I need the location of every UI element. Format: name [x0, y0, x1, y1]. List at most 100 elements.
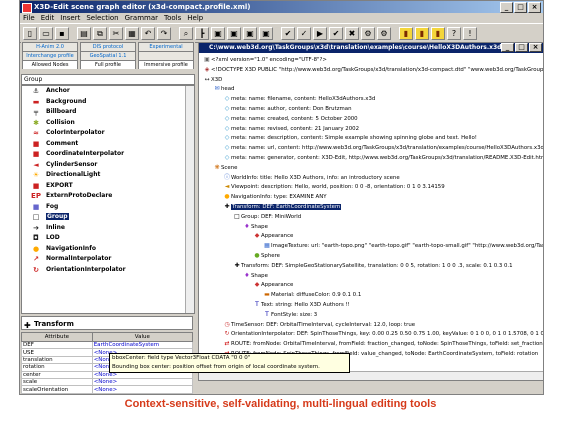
menu-edit[interactable]: Edit — [41, 13, 55, 23]
palette-item[interactable]: ≈ ColorInterpolator — [22, 128, 194, 139]
node-icon[interactable]: ▣ — [211, 26, 225, 40]
profile-icon[interactable]: ▮ — [431, 26, 445, 40]
undo-icon[interactable]: ↶ — [141, 26, 155, 40]
tree-node[interactable]: ⓘWorldInfo: title: Hello X3D Authors, in… — [223, 173, 400, 182]
open-icon[interactable]: ▭ — [39, 26, 53, 40]
profile-icon[interactable]: ▮ — [415, 26, 429, 40]
doc-minimize-button[interactable]: _ — [501, 43, 514, 52]
palette-item[interactable]: □ Group — [22, 212, 194, 223]
menu-selection[interactable]: Selection — [86, 13, 118, 23]
node-icon[interactable]: ▣ — [259, 26, 273, 40]
help-icon[interactable]: ? — [447, 26, 461, 40]
profile-tab[interactable]: Full profile — [80, 60, 136, 69]
profile-tab[interactable]: Immersive profile — [138, 60, 194, 69]
tree-node[interactable]: ✚Transform: DEF: SimpleGeoStationarySate… — [233, 261, 512, 270]
tree-node[interactable]: T Text: string: Hello X3D Authors !! — [253, 300, 350, 309]
profile-tab[interactable]: Experimental — [138, 42, 194, 51]
profile-icon[interactable]: ▮ — [399, 26, 413, 40]
attribute-value[interactable]: <None> — [91, 385, 194, 394]
menu-tools[interactable]: Tools — [164, 13, 181, 23]
palette-item[interactable]: ↻ OrientationInterpolator — [22, 265, 194, 276]
new-icon[interactable]: ▯ — [23, 26, 37, 40]
node-palette-list[interactable]: ⚓ Anchor ▬ Background ╤ Billboard ✱ Collision ≈ C… — [21, 85, 195, 314]
profile-tab[interactable]: Interchange profile — [22, 51, 78, 60]
palette-item[interactable]: ▬ Background — [22, 97, 194, 108]
tree-node[interactable]: ◄ Viewpoint: description: Hello, world, p… — [223, 182, 445, 191]
cut-icon[interactable]: ✂ — [109, 26, 123, 40]
tree-node[interactable]: ◇ meta: name: url, content: http://www.we… — [223, 143, 543, 152]
tree-node[interactable]: ↻OrientationInterpolator: DEF: SpinThose… — [223, 329, 543, 338]
tree-node[interactable]: ◇ meta: name: created, content: 5 October… — [223, 114, 358, 123]
tree-icon[interactable]: ┣ — [195, 26, 209, 40]
run-icon[interactable]: ⚙ — [377, 26, 391, 40]
tree-node[interactable]: ↔X3D — [203, 75, 222, 84]
palette-item[interactable]: ● NavigationInfo — [22, 244, 194, 255]
tree-node[interactable]: ⇄ROUTE: fromNode: OrbitalTimeInterval, f… — [223, 339, 542, 348]
tree-node[interactable]: ▬Material: diffuseColor: 0.9 0.1 0.1 — [263, 290, 361, 299]
tree-node[interactable]: ◇ meta: name: filename, content: HelloX3d… — [223, 94, 376, 103]
check-icon[interactable]: ✔ — [281, 26, 295, 40]
tree-node[interactable]: ◈ <!DOCTYPE X3D PUBLIC "http://www.web3d.… — [203, 65, 543, 74]
about-icon[interactable]: ! — [463, 26, 477, 40]
node-icon[interactable]: ▣ — [243, 26, 257, 40]
tree-node[interactable]: ◆ Appearance — [253, 231, 294, 240]
tree-node[interactable]: ◷TimeSensor: DEF: OrbitalTimeInterval, c… — [223, 320, 415, 329]
print-icon[interactable]: ▤ — [77, 26, 91, 40]
menu-file[interactable]: File — [23, 13, 35, 23]
profile-tab[interactable]: Allowed Nodes — [22, 60, 78, 69]
play-icon[interactable]: ▶ — [313, 26, 327, 40]
run-icon[interactable]: ⚙ — [361, 26, 375, 40]
profile-tab[interactable]: GeoSpatial 1.1 — [80, 51, 136, 60]
attribute-row[interactable]: scaleOrientation <None> — [21, 385, 194, 394]
node-icon[interactable]: ▣ — [227, 26, 241, 40]
palette-item[interactable]: ╤ Billboard — [22, 107, 194, 118]
redo-icon[interactable]: ↷ — [157, 26, 171, 40]
cross-icon[interactable]: ✖ — [345, 26, 359, 40]
tree-node[interactable]: ✚ Transform: DEF: EarthCoordinateSystem — [223, 202, 342, 211]
palette-item[interactable]: ■ Fog — [22, 202, 194, 213]
paste-icon[interactable]: ▦ — [125, 26, 139, 40]
palette-item[interactable]: ➔ Inline — [22, 223, 194, 234]
close-button[interactable]: × — [528, 2, 541, 13]
palette-item[interactable]: ■ Comment — [22, 139, 194, 150]
copy-icon[interactable]: ⧉ — [93, 26, 107, 40]
attribute-row[interactable]: bboxCenter<None> — [21, 392, 194, 394]
menu-help[interactable]: Help — [187, 13, 203, 23]
attribute-value[interactable]: <None> — [91, 377, 194, 387]
tree-node[interactable]: ▦ImageTexture: url: "earth-topo.png" "ea… — [263, 241, 543, 250]
palette-item[interactable]: ■ EXPORT — [22, 181, 194, 192]
tree-node[interactable]: ◇ meta: name: revised, content: 21 Januar… — [223, 124, 359, 133]
profile-tab[interactable] — [138, 51, 194, 60]
find-icon[interactable]: ⌕ — [179, 26, 193, 40]
maximize-button[interactable]: □ — [514, 2, 527, 13]
tree-node[interactable]: ◇ meta: name: generator, content: X3D-Edi… — [223, 153, 543, 162]
check-icon[interactable]: ✔ — [329, 26, 343, 40]
palette-item[interactable]: ■ CoordinateInterpolator — [22, 149, 194, 160]
minimize-button[interactable]: _ — [500, 2, 513, 13]
tree-node[interactable]: ◇ meta: name: author, content: Don Brutzm… — [223, 104, 352, 113]
tree-node[interactable]: □Group: DEF: MiniWorld — [233, 212, 301, 221]
attribute-row[interactable]: scale <None> — [21, 377, 194, 387]
palette-item[interactable]: ☀ DirectionalLight — [22, 170, 194, 181]
palette-item[interactable]: ◘ LOD — [22, 233, 194, 244]
attribute-value[interactable]: EarthCoordinateSystem — [91, 340, 194, 350]
tree-node[interactable]: ♦Shape — [243, 222, 268, 231]
tree-node[interactable]: ●NavigationInfo: type: EXAMINE ANY — [223, 192, 326, 201]
validate-icon[interactable]: ✓ — [297, 26, 311, 40]
attribute-value[interactable]: <None> — [91, 392, 194, 394]
tree-node[interactable]: ●Sphere — [253, 251, 280, 260]
attribute-row[interactable]: DEF EarthCoordinateSystem — [21, 340, 194, 350]
tree-node[interactable]: ✉head — [213, 84, 234, 93]
palette-item[interactable]: ✱ Collision — [22, 118, 194, 129]
menu-grammar[interactable]: Grammar — [125, 13, 158, 23]
profile-tab[interactable]: H-Anim 2.0 — [22, 42, 78, 51]
tree-node[interactable]: ♦Shape — [243, 271, 268, 280]
tree-node[interactable]: ▣<?xml version="1.0" encoding="UTF-8"?> — [203, 55, 327, 64]
palette-item[interactable]: ⚓ Anchor — [22, 86, 194, 97]
doc-close-button[interactable]: × — [529, 43, 542, 52]
tree-node[interactable]: T FontStyle: size: 3 — [263, 310, 317, 319]
save-icon[interactable]: ▪ — [55, 26, 69, 40]
tree-node[interactable]: ❋Scene — [213, 163, 237, 172]
profile-tab[interactable]: DIS protocol — [80, 42, 136, 51]
palette-item[interactable]: ◄ CylinderSensor — [22, 160, 194, 171]
